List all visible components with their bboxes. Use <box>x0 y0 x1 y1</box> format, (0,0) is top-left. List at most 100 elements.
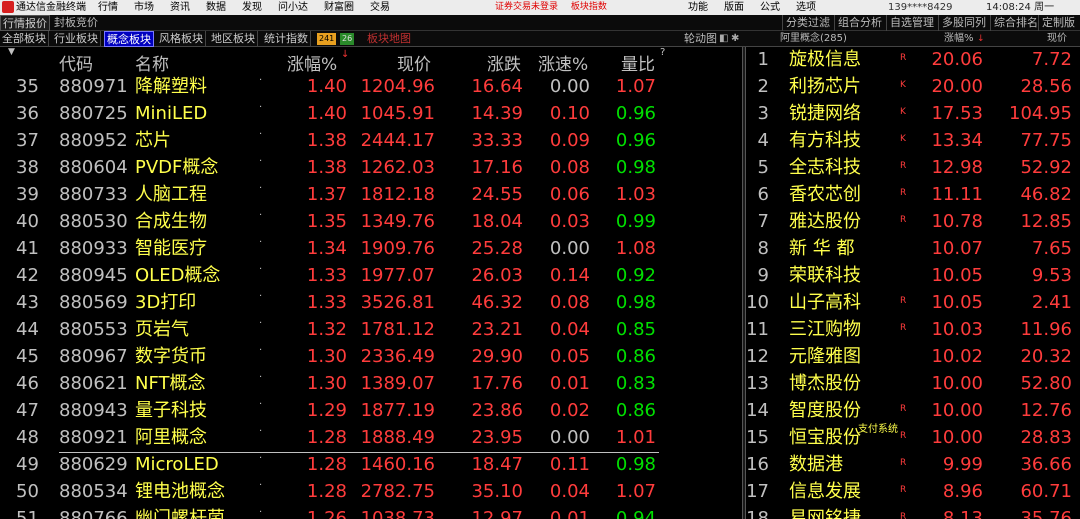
table-row[interactable]: 48 880921 阿里概念 1.28 1888.49 23.95 0.00 1.01 · <box>0 425 742 452</box>
member-row[interactable]: 10 山子高科 R 10.05 2.41 <box>746 290 1080 317</box>
tab-watchlist-manage[interactable]: 自选管理 <box>886 15 937 31</box>
tab-multi-stock[interactable]: 多股同列 <box>938 15 989 31</box>
cell-code: 880733 <box>59 184 128 205</box>
table-row[interactable]: 46 880621 NFT概念 1.30 1389.07 17.76 0.01 0.83 · <box>0 371 742 398</box>
member-num: 4 <box>757 130 769 151</box>
settings-icon[interactable]: ✱ <box>731 31 739 47</box>
tab-composite-rank[interactable]: 综合排名 <box>990 15 1041 31</box>
menu-formula[interactable]: 公式 <box>760 0 780 15</box>
cell-speed: 0.00 <box>549 238 590 259</box>
row-marker-dot: · <box>259 345 263 356</box>
member-pct: 12.98 <box>931 157 983 178</box>
member-row[interactable]: 7 雅达股份 R 10.78 12.85 <box>746 209 1080 236</box>
cell-change: 23.95 <box>471 427 523 448</box>
table-row[interactable]: 40 880530 合成生物 1.35 1349.76 18.04 0.03 0.99 · <box>0 209 742 236</box>
tab-style-sectors[interactable]: 风格板块 <box>157 31 206 47</box>
table-row[interactable]: 49 880629 MicroLED 1.28 1460.16 18.47 0.11 0.98… <box>0 452 742 479</box>
member-row[interactable]: 15 恒宝股份 R 10.00 28.83 <box>746 425 1080 452</box>
member-row[interactable]: 16 数据港 R 9.99 36.66 <box>746 452 1080 479</box>
expand-icon[interactable]: ◧ <box>719 31 728 47</box>
falling-count-badge: 26 <box>340 33 355 45</box>
tab-custom-layout[interactable]: 定制版面 <box>1038 15 1080 45</box>
col-price[interactable]: 现价 <box>397 50 431 75</box>
cell-code: 880945 <box>59 265 128 286</box>
member-name: 山子高科 <box>789 292 861 313</box>
member-row[interactable]: 4 有方科技 K 13.34 77.75 <box>746 128 1080 155</box>
member-row[interactable]: 5 全志科技 R 12.98 52.92 <box>746 155 1080 182</box>
table-row[interactable]: 36 880725 MiniLED 1.40 1045.91 14.39 0.10 0.96 · <box>0 101 742 128</box>
login-notice[interactable]: 证券交易未登录 板块指数 <box>495 1 617 14</box>
rotation-chart-button[interactable]: 轮动图 <box>684 31 717 47</box>
tab-all-sectors[interactable]: 全部板块 <box>0 31 49 47</box>
menu-discover[interactable]: 发现 <box>242 0 262 15</box>
member-row[interactable]: 8 新 华 都 10.07 7.65 <box>746 236 1080 263</box>
cell-change: 23.86 <box>471 400 523 421</box>
side-pct-header[interactable]: 涨幅% <box>944 31 974 47</box>
side-price-header[interactable]: 现价 <box>1047 31 1067 47</box>
col-pct[interactable]: 涨幅% <box>287 50 337 75</box>
menu-news[interactable]: 资讯 <box>170 0 190 15</box>
sort-desc-icon: ↓ <box>341 49 350 60</box>
sector-map-link[interactable]: 板块地图 <box>367 31 411 47</box>
member-flag: R <box>900 404 907 414</box>
table-row[interactable]: 39 880733 人脑工程 1.37 1812.18 24.55 0.06 1.03 · <box>0 182 742 209</box>
tab-industry-sectors[interactable]: 行业板块 <box>52 31 101 47</box>
col-change[interactable]: 涨跌 <box>487 50 521 75</box>
tab-portfolio-analysis[interactable]: 组合分析 <box>834 15 885 31</box>
member-row[interactable]: 6 香农芯创 R 11.11 46.82 <box>746 182 1080 209</box>
menu-trade[interactable]: 交易 <box>370 0 390 15</box>
tab-quotes[interactable]: 行情报价 <box>0 15 50 31</box>
table-row[interactable]: 43 880569 3D打印 1.33 3526.81 46.32 0.08 0.98 · <box>0 290 742 317</box>
table-row[interactable]: 41 880933 智能医疗 1.34 1909.76 25.28 0.00 1.08 · <box>0 236 742 263</box>
member-price: 9.53 <box>1031 265 1072 286</box>
member-row[interactable]: 2 利扬芯片 K 20.00 28.56 <box>746 74 1080 101</box>
menu-market[interactable]: 市场 <box>134 0 154 15</box>
cell-code: 880952 <box>59 130 128 151</box>
menu-data[interactable]: 数据 <box>206 0 226 15</box>
cell-ratio: 0.86 <box>615 400 656 421</box>
menu-wealth[interactable]: 财富圈 <box>324 0 354 15</box>
member-row[interactable]: 12 元隆雅图 10.02 20.32 <box>746 344 1080 371</box>
col-ratio[interactable]: 量比 <box>621 50 655 75</box>
tab-stat-index[interactable]: 统计指数 <box>262 31 311 47</box>
user-account[interactable]: 139****8429 <box>888 1 953 14</box>
col-name[interactable]: 名称 <box>135 50 169 75</box>
cell-change: 17.76 <box>471 373 523 394</box>
menu-layout[interactable]: 版面 <box>724 0 744 15</box>
trade-login-notice[interactable]: 证券交易未登录 <box>495 2 558 12</box>
member-row[interactable]: 13 博杰股份 10.00 52.80 <box>746 371 1080 398</box>
tab-category-filter[interactable]: 分类过滤 <box>782 15 833 31</box>
menu-ask[interactable]: 问小达 <box>278 0 308 15</box>
tab-limit-auction[interactable]: 封板竞价 <box>52 15 100 31</box>
member-row[interactable]: 14 智度股份 R 10.00 12.76 <box>746 398 1080 425</box>
table-row[interactable]: 35 880971 降解塑料 1.40 1204.96 16.64 0.00 1.07 · <box>0 74 742 101</box>
member-row[interactable]: 9 荣联科技 10.05 9.53 <box>746 263 1080 290</box>
member-row[interactable]: 1 旋极信息 R 20.06 7.72 <box>746 47 1080 74</box>
tab-concept-sectors[interactable]: 概念板块 <box>104 31 154 47</box>
table-row[interactable]: 37 880952 芯片 1.38 2444.17 33.33 0.09 0.96 · <box>0 128 742 155</box>
member-flag: R <box>900 188 907 198</box>
help-icon[interactable]: ? <box>660 47 665 58</box>
member-row[interactable]: 11 三江购物 R 10.03 11.96 <box>746 317 1080 344</box>
menu-quotes[interactable]: 行情 <box>98 0 118 15</box>
member-row[interactable]: 3 锐捷网络 K 17.53 104.95 <box>746 101 1080 128</box>
table-row[interactable]: 47 880943 量子科技 1.29 1877.19 23.86 0.02 0.86 · <box>0 398 742 425</box>
cell-num: 40 <box>16 211 39 232</box>
right-menu: 功能 版面 公式 选项 <box>688 0 832 15</box>
col-speed[interactable]: 涨速% <box>538 50 588 75</box>
member-row[interactable]: 17 信息发展 R 8.96 60.71 <box>746 479 1080 506</box>
table-row[interactable]: 44 880553 页岩气 1.32 1781.12 23.21 0.04 0.85 · <box>0 317 742 344</box>
menu-options[interactable]: 选项 <box>796 0 816 15</box>
sector-index-notice[interactable]: 板块指数 <box>571 2 607 12</box>
table-row[interactable]: 45 880967 数字货币 1.30 2336.49 29.90 0.05 0.86 · <box>0 344 742 371</box>
member-name: 利扬芯片 <box>789 76 861 97</box>
cell-ratio: 0.98 <box>615 454 656 475</box>
table-row[interactable]: 51 880766 幽门螺杆菌 1.26 1038.73 12.97 0.01 0.94 · <box>0 506 742 519</box>
table-row[interactable]: 50 880534 锂电池概念 1.28 2782.75 35.10 0.04 1.07 · <box>0 479 742 506</box>
col-code[interactable]: 代码 <box>59 50 93 75</box>
table-row[interactable]: 38 880604 PVDF概念 1.38 1262.03 17.16 0.08 0.98 · <box>0 155 742 182</box>
menu-function[interactable]: 功能 <box>688 0 708 15</box>
table-row[interactable]: 42 880945 OLED概念 1.33 1977.07 26.03 0.14 0.92 · <box>0 263 742 290</box>
member-row[interactable]: 18 易网铭捷 R 8.13 35.76 <box>746 506 1080 519</box>
tab-region-sectors[interactable]: 地区板块 <box>209 31 258 47</box>
